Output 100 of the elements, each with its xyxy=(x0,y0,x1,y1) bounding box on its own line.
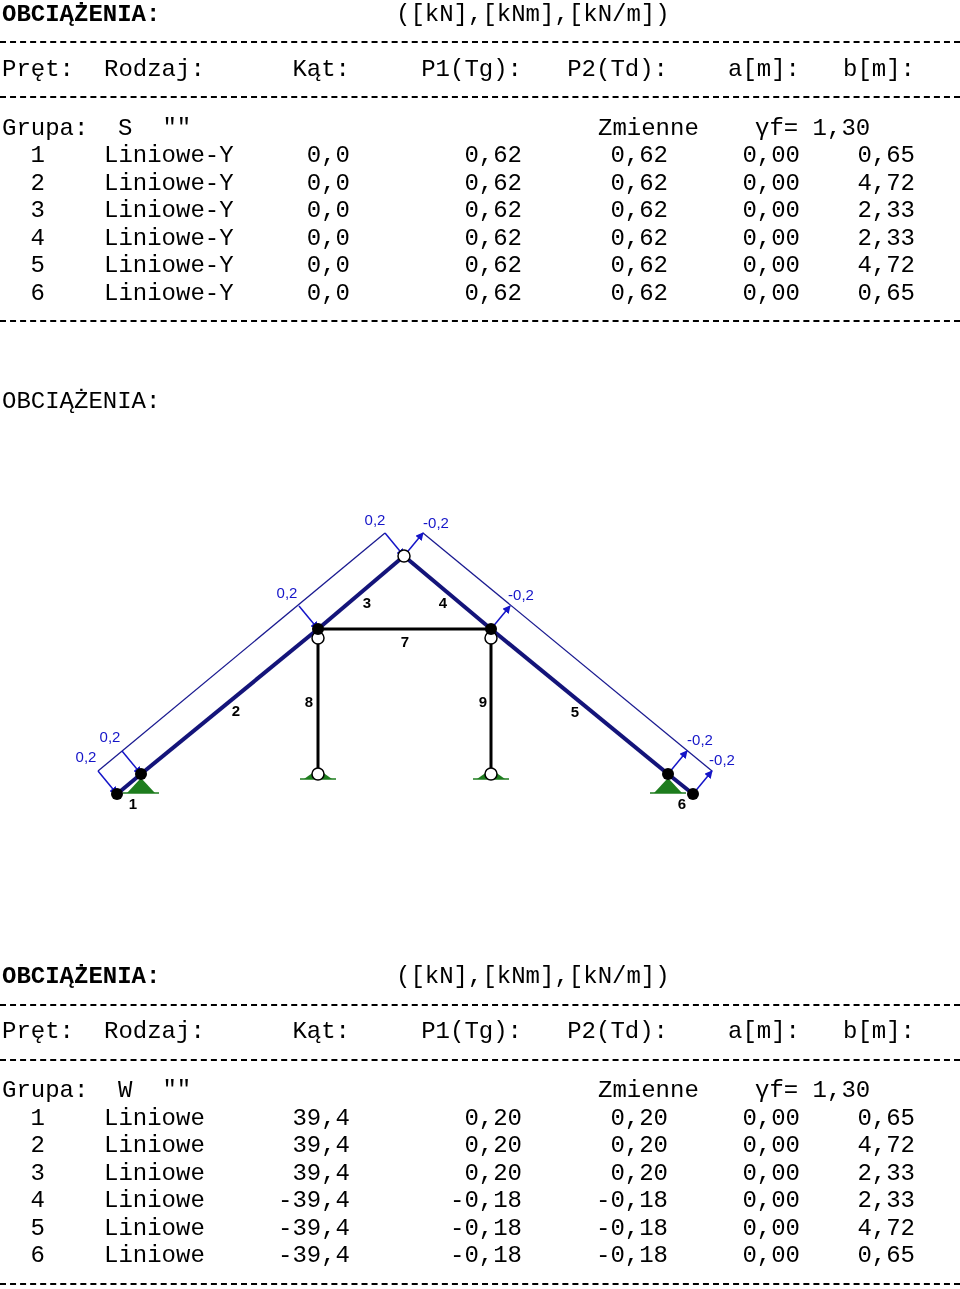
table-cell: 1 xyxy=(30,144,45,169)
column-header: a[m]: xyxy=(728,1020,800,1045)
table-cell: 0,20 xyxy=(464,1134,522,1159)
table-cell: Liniowe-Y xyxy=(104,281,234,306)
load-value: 0,2 xyxy=(364,510,386,528)
table-cell: 0,62 xyxy=(464,171,522,196)
column-header: b[m]: xyxy=(843,1020,915,1045)
table-cell: 0,62 xyxy=(610,254,668,279)
section-title: OBCIĄŻENIA: xyxy=(1,965,162,990)
group-description: "" xyxy=(162,116,192,141)
table-cell: 2 xyxy=(30,1134,45,1159)
load-value: 0,2 xyxy=(276,583,298,601)
group-label: Grupa: xyxy=(2,114,89,142)
table-cell: 0,65 xyxy=(857,1106,915,1131)
column-header: Kąt: xyxy=(292,1020,350,1045)
table-cell: -0,18 xyxy=(596,1216,668,1241)
table-cell: 4 xyxy=(30,226,45,251)
load-factor: γf= 1,30 xyxy=(755,114,871,142)
table-cell: 0,00 xyxy=(742,1134,800,1159)
table-cell: -0,18 xyxy=(596,1189,668,1214)
table-cell: 0,00 xyxy=(742,281,800,306)
table-cell: -0,18 xyxy=(450,1189,522,1214)
table-cell: 0,00 xyxy=(742,1216,800,1241)
table-cell: -39,4 xyxy=(278,1189,350,1214)
column-header: Kąt: xyxy=(292,57,350,82)
group-name: W xyxy=(118,1079,133,1104)
load-value: 0,2 xyxy=(99,727,121,745)
load-value: -0,2 xyxy=(423,513,449,531)
member-number: 8 xyxy=(304,692,314,710)
table-cell: 0,00 xyxy=(742,226,800,251)
member-number: 6 xyxy=(677,794,687,812)
member-number: 9 xyxy=(478,692,488,710)
table-cell: 0,0 xyxy=(306,171,350,196)
table-cell: 0,62 xyxy=(464,199,522,224)
joint-node xyxy=(111,787,123,800)
table-cell: 0,62 xyxy=(610,226,668,251)
table-cell: -0,18 xyxy=(450,1244,522,1269)
load-arrow xyxy=(298,604,319,630)
column-header: Pręt: xyxy=(2,57,74,82)
table-cell: 0,62 xyxy=(610,199,668,224)
load-type: Zmienne xyxy=(598,1077,699,1105)
column-header: P1(Tg): xyxy=(421,1020,522,1045)
table-cell: 0,00 xyxy=(742,144,800,169)
table-cell: 0,00 xyxy=(742,1189,800,1214)
column-header: P1(Tg): xyxy=(421,57,522,82)
table-cell: -0,18 xyxy=(596,1244,668,1269)
member-number: 2 xyxy=(231,701,241,719)
table-cell: 0,62 xyxy=(610,144,668,169)
table-cell: 0,0 xyxy=(306,144,350,169)
table-cell: 39,4 xyxy=(292,1161,350,1186)
table-cell: 0,62 xyxy=(464,254,522,279)
load-value: 0,2 xyxy=(75,747,97,765)
column-header: Rodzaj: xyxy=(104,1020,205,1045)
table-cell: 1 xyxy=(30,1106,45,1131)
table-cell: 6 xyxy=(30,281,45,306)
table-cell: 0,0 xyxy=(306,254,350,279)
hinge-circle xyxy=(397,548,411,563)
table-cell: 0,62 xyxy=(610,281,668,306)
table-cell: 4 xyxy=(30,1189,45,1214)
table-cell: -0,18 xyxy=(450,1216,522,1241)
table-cell: 2 xyxy=(30,171,45,196)
group-name: S xyxy=(118,116,133,141)
units-text: ([kN],[kNm],[kN/m]) xyxy=(396,965,670,990)
load-value: -0,2 xyxy=(709,750,735,768)
table-cell: -39,4 xyxy=(278,1216,350,1241)
table-cell: Liniowe-Y xyxy=(104,171,234,196)
column-header: b[m]: xyxy=(843,57,915,82)
table-cell: 5 xyxy=(30,1216,45,1241)
member-number: 4 xyxy=(438,593,448,611)
table-cell: Liniowe xyxy=(104,1134,205,1159)
table-cell: 0,20 xyxy=(464,1161,522,1186)
table-cell: 0,20 xyxy=(464,1106,522,1131)
column-header: Rodzaj: xyxy=(104,57,205,82)
table-cell: 0,65 xyxy=(857,144,915,169)
table-cell: 0,00 xyxy=(742,199,800,224)
table-cell: 3 xyxy=(30,199,45,224)
table-cell: Liniowe-Y xyxy=(104,226,234,251)
support-icon xyxy=(122,777,160,794)
table-cell: 5 xyxy=(30,254,45,279)
table-cell: 6 xyxy=(30,1244,45,1269)
table-cell: 0,00 xyxy=(742,254,800,279)
load-arrow xyxy=(97,769,118,795)
table-cell: 0,62 xyxy=(610,171,668,196)
table-cell: 2,33 xyxy=(857,199,915,224)
joint-node xyxy=(662,767,674,780)
section-title: OBCIĄŻENIA: xyxy=(1,2,162,27)
column-header: a[m]: xyxy=(728,57,800,82)
group-description: "" xyxy=(162,1079,192,1104)
member-number: 5 xyxy=(570,702,580,720)
table-cell: 3 xyxy=(30,1161,45,1186)
table-cell: 0,00 xyxy=(742,171,800,196)
column-header: Pręt: xyxy=(2,1020,74,1045)
table-cell: 39,4 xyxy=(292,1106,350,1131)
table-cell: Liniowe xyxy=(104,1189,205,1214)
units-text: ([kN],[kNm],[kN/m]) xyxy=(396,2,670,27)
member-number: 7 xyxy=(400,632,410,650)
table-cell: 0,20 xyxy=(610,1161,668,1186)
table-cell: 0,0 xyxy=(306,281,350,306)
table-cell: Liniowe xyxy=(104,1244,205,1269)
table-cell: Liniowe-Y xyxy=(104,199,234,224)
